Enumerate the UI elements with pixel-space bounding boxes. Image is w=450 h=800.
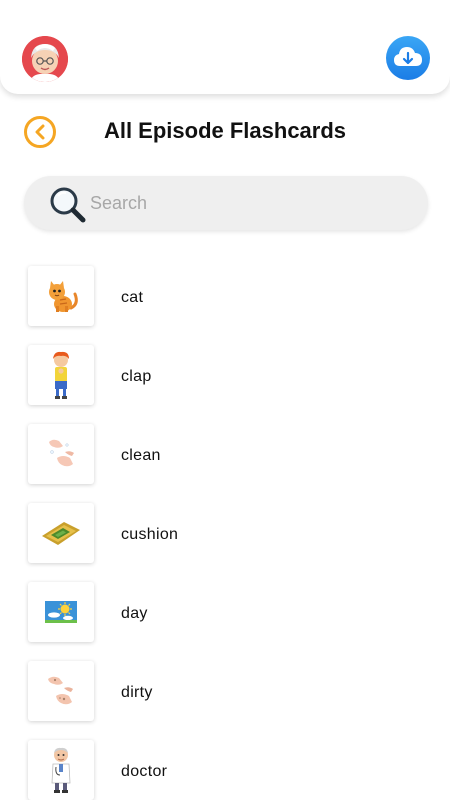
search-input[interactable]	[90, 176, 410, 230]
clapping-boy-icon	[53, 351, 69, 399]
flashcard-item-doctor[interactable]: doctor	[0, 738, 450, 800]
page-title: All Episode Flashcards	[103, 118, 347, 143]
flashcard-thumbnail	[28, 661, 94, 721]
flashcard-label: day	[121, 605, 148, 622]
flashcard-item-cat[interactable]: cat	[0, 264, 450, 343]
cat-icon	[49, 281, 78, 312]
flashcard-thumbnail	[28, 582, 94, 642]
cloud-download-icon	[394, 47, 422, 66]
flashcard-thumbnail	[28, 740, 94, 800]
grandma-avatar-icon[interactable]	[22, 36, 68, 82]
flashcard-thumbnail	[28, 424, 94, 484]
flashcard-thumbnail	[28, 345, 94, 405]
flashcard-label: clean	[121, 447, 161, 464]
doctor-icon	[51, 747, 71, 793]
flashcard-thumbnail	[28, 266, 94, 326]
flashcard-item-clean[interactable]: clean	[0, 422, 450, 501]
flashcard-list: cat clap clean cushion day dirty doctor	[0, 264, 450, 800]
washing-hands-icon	[49, 439, 74, 467]
flashcard-label: cat	[121, 289, 144, 306]
flashcard-label: cushion	[121, 526, 179, 543]
cushion-icon	[42, 522, 80, 545]
flashcard-item-clap[interactable]: clap	[0, 343, 450, 422]
dirty-hands-icon	[48, 676, 73, 705]
flashcard-label: dirty	[121, 684, 153, 701]
flashcard-label: clap	[121, 368, 152, 385]
flashcard-item-dirty[interactable]: dirty	[0, 659, 450, 738]
flashcard-thumbnail	[28, 503, 94, 563]
magnifier-icon	[50, 187, 86, 223]
flashcard-item-cushion[interactable]: cushion	[0, 501, 450, 580]
top-app-bar	[0, 0, 450, 94]
search-bar[interactable]	[24, 176, 428, 230]
flashcard-item-day[interactable]: day	[0, 580, 450, 659]
cloud-download-button[interactable]	[386, 36, 430, 80]
flashcard-label: doctor	[121, 763, 168, 780]
sun-sky-icon	[45, 601, 77, 623]
